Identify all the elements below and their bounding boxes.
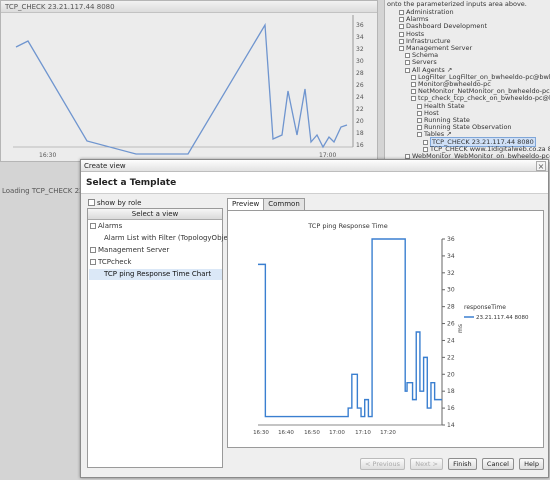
y-tick-label: 14 [447, 422, 455, 429]
background-panel-title: TCP_CHECK 23.21.117.44 8080 [1, 1, 377, 13]
tree-toggle-icon[interactable] [417, 132, 422, 138]
x-tick-label: 16:30 [253, 430, 269, 436]
chart-title: TCP ping Response Time [307, 222, 388, 230]
finish-button[interactable]: Finish [448, 458, 477, 470]
bg-y-tick: 16 [356, 142, 364, 149]
bg-x-tick: 16:30 [39, 152, 56, 159]
navigation-tree: onto the parameterized inputs area above… [384, 0, 550, 162]
bg-y-tick: 22 [356, 106, 364, 113]
show-by-role-checkbox[interactable] [88, 199, 95, 206]
bg-y-tick: 34 [356, 34, 364, 41]
list-group-tcpcheck[interactable]: TCPcheck [90, 258, 131, 266]
collapse-icon[interactable] [90, 259, 96, 265]
show-by-role-option[interactable]: show by role [88, 199, 141, 207]
y-tick-label: 30 [447, 287, 455, 294]
bg-y-tick: 18 [356, 130, 364, 137]
bg-y-tick: 28 [356, 70, 364, 77]
y-tick-label: 20 [447, 371, 455, 378]
legend-entry: 23.21.117.44 8080 [476, 315, 529, 321]
background-chart-panel: TCP_CHECK 23.21.117.44 8080 36 34 32 30 … [0, 0, 378, 162]
expand-icon[interactable] [90, 223, 96, 229]
y-tick-label: 26 [447, 321, 455, 328]
view-template-list: Select a view Alarms Alarm List with Fil… [87, 208, 237, 468]
x-tick-label: 16:40 [278, 430, 294, 436]
tree-toggle-icon[interactable] [411, 96, 416, 102]
y-tick-label: 16 [447, 405, 455, 412]
y-tick-label: 32 [447, 270, 455, 277]
bg-y-tick: 30 [356, 58, 364, 65]
tree-toggle-icon[interactable] [405, 67, 410, 73]
dialog-title: Create view [81, 160, 548, 172]
create-view-dialog: Create view × Select a Template show by … [80, 159, 549, 478]
x-tick-label: 17:20 [380, 430, 396, 436]
y-tick-label: 34 [447, 253, 455, 260]
tree-toggle-icon[interactable] [399, 46, 404, 51]
cancel-button[interactable]: Cancel [481, 458, 514, 470]
bg-y-tick: 32 [356, 46, 364, 53]
dialog-buttons: < Previous Next > Finish Cancel Help [357, 458, 544, 470]
list-item-alarm-list[interactable]: Alarm List with Filter (TopologyObject) [104, 234, 237, 242]
close-icon[interactable]: × [536, 161, 546, 171]
show-by-role-label: show by role [97, 199, 142, 207]
x-tick-label: 17:10 [355, 430, 371, 436]
bg-y-tick: 24 [356, 94, 364, 101]
x-tick-label: 17:00 [329, 430, 345, 436]
previous-button[interactable]: < Previous [360, 458, 406, 470]
list-header: Select a view [88, 209, 222, 220]
y-tick-label: 22 [447, 354, 455, 361]
background-chart: 36 34 32 30 28 26 24 22 20 18 16 16:30 1… [13, 15, 364, 159]
bg-y-tick: 36 [356, 22, 364, 29]
list-group-alarms[interactable]: Alarms [90, 222, 122, 230]
dialog-header: Select a Template [81, 172, 548, 194]
y-tick-label: 28 [447, 304, 455, 311]
preview-pane: TCP ping Response Time 14 16 18 20 22 24 26 28 30… [227, 210, 544, 448]
response-time-chart: TCP ping Response Time 14 16 18 20 22 24 26 28 30… [253, 222, 529, 436]
y-tick-label: 36 [447, 236, 455, 243]
x-tick-label: 16:50 [304, 430, 320, 436]
help-button[interactable]: Help [519, 458, 544, 470]
bg-x-tick: 17:00 [319, 152, 336, 159]
y-axis-label: ms [457, 324, 464, 333]
tab-common[interactable]: Common [263, 198, 305, 210]
y-tick-label: 24 [447, 337, 455, 344]
tree-intro: onto the parameterized inputs area above… [387, 0, 527, 8]
y-tick-label: 18 [447, 388, 455, 395]
legend-title: responseTime [464, 304, 506, 311]
next-button[interactable]: Next > [410, 458, 443, 470]
tab-preview[interactable]: Preview [227, 198, 265, 210]
expand-icon[interactable] [90, 247, 96, 253]
list-group-management-server[interactable]: Management Server [90, 246, 169, 254]
bg-y-tick: 26 [356, 82, 364, 89]
bg-y-tick: 20 [356, 118, 364, 125]
series-line-response-time [258, 238, 442, 418]
preview-tabs: Preview Common [227, 198, 305, 210]
list-item-tcp-ping-chart[interactable]: TCP ping Response Time Chart [89, 269, 222, 280]
